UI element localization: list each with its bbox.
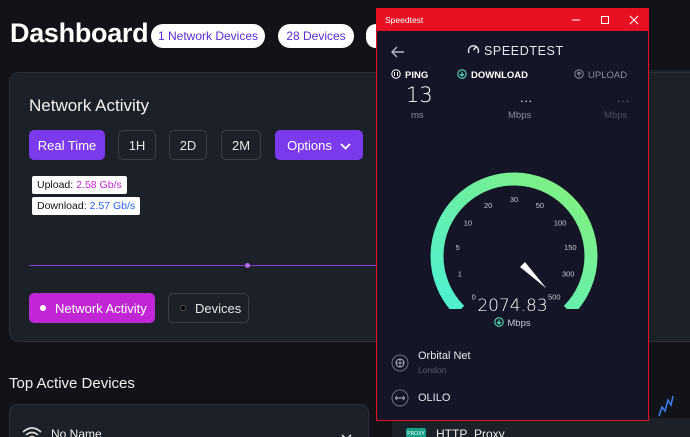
gauge-tick-labels: 01510203050100150300500	[456, 195, 577, 301]
gauge-tick-label: 5	[456, 243, 460, 252]
download-value: ...	[520, 91, 534, 105]
ping-header: PING	[391, 69, 428, 82]
gauge-tick-label: 50	[536, 201, 544, 210]
maximize-icon[interactable]	[590, 9, 619, 31]
legend-dot	[180, 305, 186, 311]
gauge-needle	[520, 262, 547, 289]
legend-dot	[40, 305, 46, 311]
gauge-tick-label: 150	[564, 243, 577, 252]
sparkline-icon	[658, 395, 674, 422]
server-icon[interactable]	[391, 389, 409, 412]
download-tooltip-label: Download:	[37, 200, 87, 212]
network-devices-pill[interactable]: 1 Network Devices	[151, 24, 265, 48]
upload-icon	[574, 69, 584, 82]
upload-tooltip-label: Upload:	[37, 179, 74, 191]
download-label: DOWNLOAD	[471, 70, 528, 81]
minimize-icon[interactable]	[561, 9, 590, 31]
panel-title: Network Activity	[29, 96, 149, 115]
dashboard-title: Dashboard	[10, 18, 149, 48]
globe-icon	[391, 354, 409, 377]
close-icon[interactable]	[619, 9, 648, 31]
isp-name: Orbital Net	[418, 350, 471, 362]
legend-label: Devices	[195, 300, 242, 316]
legend-devices[interactable]: Devices	[168, 293, 249, 323]
speed-unit-label: Mbps	[507, 318, 531, 329]
gauge-tick-label: 300	[562, 270, 575, 279]
speedtest-logo: SPEEDTEST	[467, 44, 564, 58]
wifi-icon	[22, 426, 42, 437]
chevron-down-icon	[340, 138, 351, 153]
download-header: DOWNLOAD	[457, 69, 528, 82]
ping-icon	[391, 69, 401, 82]
gauge-tick-label: 20	[484, 201, 492, 210]
proxy-badge: PROXY	[406, 428, 426, 437]
speed-gauge: 01510203050100150300500	[430, 172, 598, 309]
window-title: Speedtest	[385, 15, 424, 25]
gauge-tick-label: 1	[458, 270, 462, 279]
gauge-tick-label: 100	[554, 218, 567, 227]
upload-tooltip-value: 2.58 Gb/s	[76, 179, 122, 191]
gauge-tick-label: 30	[510, 195, 518, 204]
download-icon	[457, 69, 467, 82]
legend-label: Network Activity	[55, 300, 147, 316]
speedtest-window: Speedtest SPEEDTEST PING DOWNLOAD UPLOAD…	[376, 8, 649, 421]
current-speed: 2074.83	[477, 296, 548, 316]
title-bar[interactable]: Speedtest	[377, 9, 648, 31]
ping-value: 13	[406, 83, 433, 107]
real-time-button[interactable]: Real Time	[29, 130, 105, 160]
download-tooltip: Download: 2.57 Gb/s	[32, 197, 141, 215]
devices-pill[interactable]: 28 Devices	[278, 24, 354, 48]
options-label: Options	[287, 137, 332, 153]
gauge-tick-label: 10	[464, 218, 472, 227]
upload-value: ...	[617, 91, 631, 105]
brand-name: SPEEDTEST	[484, 44, 564, 58]
upload-tooltip: Upload: 2.58 Gb/s	[32, 176, 127, 194]
upload-unit: Mbps	[604, 110, 628, 121]
options-button[interactable]: Options	[275, 130, 363, 160]
section-title: Top Active Devices	[9, 375, 135, 392]
chevron-down-icon[interactable]	[341, 428, 352, 437]
range-2d-button[interactable]: 2D	[169, 130, 207, 160]
activity-chart-line	[29, 265, 376, 266]
activity-chart-point[interactable]	[245, 263, 250, 268]
download-tooltip-value: 2.57 Gb/s	[89, 200, 136, 212]
download-unit: Mbps	[508, 110, 532, 121]
ping-unit: ms	[411, 110, 424, 121]
legend-network-activity[interactable]: Network Activity	[29, 293, 155, 323]
range-1h-button[interactable]: 1H	[118, 130, 156, 160]
device-name: No Name	[51, 427, 102, 437]
back-arrow-icon[interactable]	[391, 45, 405, 63]
upload-label: UPLOAD	[588, 70, 628, 81]
upload-header: UPLOAD	[574, 69, 627, 82]
download-icon	[494, 317, 505, 330]
server-name[interactable]: OLILO	[418, 392, 450, 404]
ping-label: PING	[405, 70, 429, 81]
range-2m-button[interactable]: 2M	[221, 130, 261, 160]
speedometer-icon	[467, 43, 480, 59]
proxy-label: HTTP_Proxy	[436, 427, 505, 437]
current-speed-unit: Mbps	[377, 317, 648, 330]
isp-location: London	[418, 365, 447, 375]
